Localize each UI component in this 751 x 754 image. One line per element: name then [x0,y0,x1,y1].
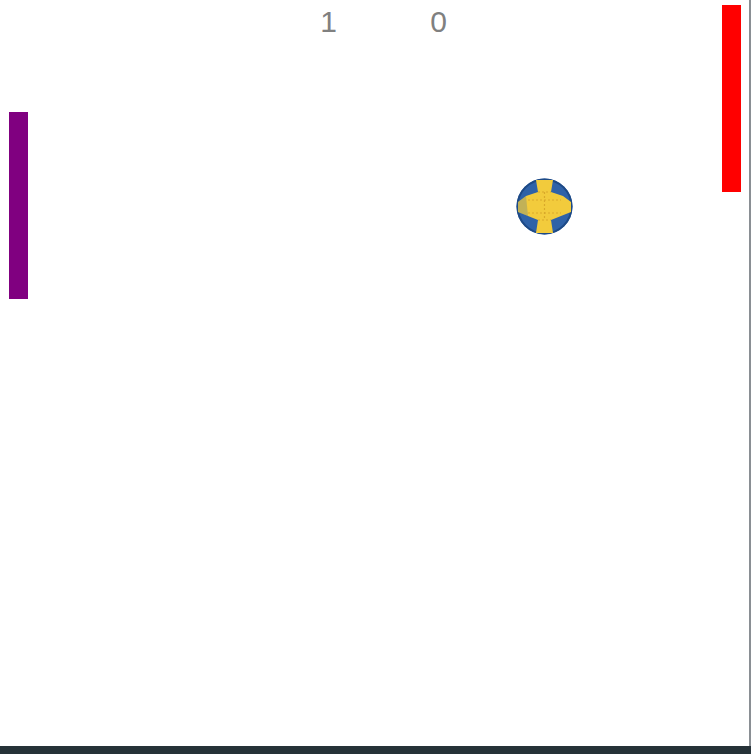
right-paddle[interactable] [722,5,741,192]
ball [516,178,573,235]
score: 1 [320,2,338,42]
left-paddle[interactable] [9,112,28,299]
game-canvas[interactable]: 10 [0,0,751,746]
ball-icon [516,178,573,235]
bottom-bar [0,746,751,754]
scoreboard: 10 [0,2,749,42]
game-frame: 10 [0,0,751,754]
score: 0 [430,2,448,42]
